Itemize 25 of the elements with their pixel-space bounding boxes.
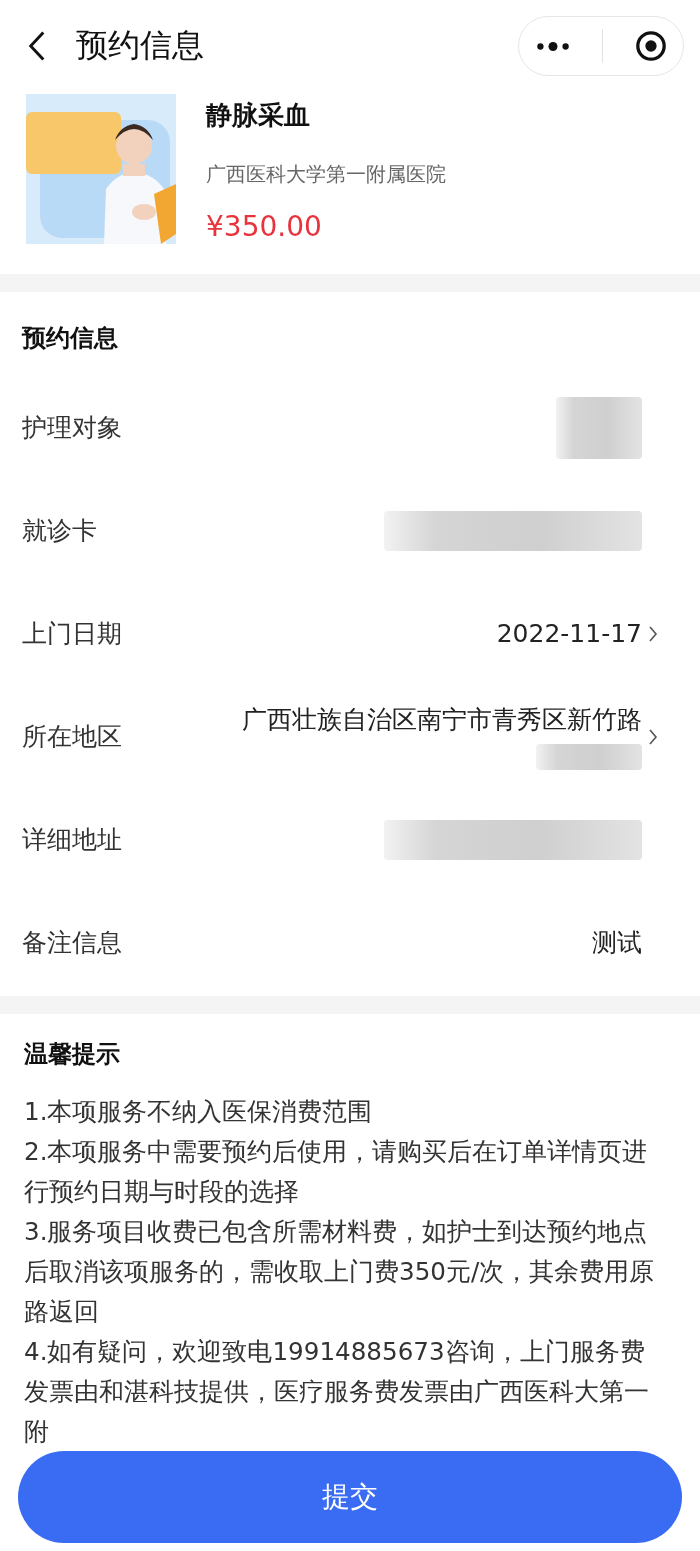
tip-text: 3.服务项目收费已包含所需材料费，如护士到达预约地点后取消该项服务的，需收取上门费350元/次，其余费用原路返回 — [24, 1216, 656, 1328]
price: ¥350.00 — [206, 210, 323, 243]
field-label: 就诊卡 — [22, 515, 97, 547]
chevron-icon[interactable] — [648, 624, 658, 643]
field-label: 上门日期 — [22, 618, 122, 650]
service-name: 静脉采血 — [206, 99, 311, 132]
more-icon[interactable] — [534, 40, 571, 52]
tips-title: 温馨提示 — [24, 1039, 121, 1070]
field-label: 护理对象 — [22, 412, 122, 444]
field-label: 详细地址 — [22, 824, 122, 856]
field-value: 广西壮族自治区南宁市青秀区新竹路 — [242, 704, 642, 736]
field-label: 所在地区 — [22, 721, 122, 753]
field-label: 备注信息 — [22, 927, 122, 959]
back-icon[interactable] — [28, 30, 46, 62]
field-value: 测试 — [592, 927, 642, 959]
close-icon[interactable] — [635, 30, 668, 62]
section-title: 预约信息 — [22, 323, 119, 354]
tip-text: 2.本项服务中需要预约后使用，请购买后在订单详情页进行预约日期与时段的选择 — [24, 1136, 649, 1208]
submit-button[interactable]: 提交 — [18, 1451, 682, 1543]
tip-text: 1.本项服务不纳入医保消费范围 — [24, 1096, 374, 1128]
chevron-icon[interactable] — [648, 727, 658, 746]
field-value: 2022-11-17 — [496, 619, 642, 648]
page-title: 预约信息 — [76, 25, 204, 66]
tip-text: 4.如有疑问，欢迎致电19914885673咨询，上门服务费发票由和湛科技提供，医疗服务费发票由广西医科大第一附 — [24, 1336, 650, 1448]
hospital-name: 广西医科大学第一附属医院 — [206, 161, 446, 188]
